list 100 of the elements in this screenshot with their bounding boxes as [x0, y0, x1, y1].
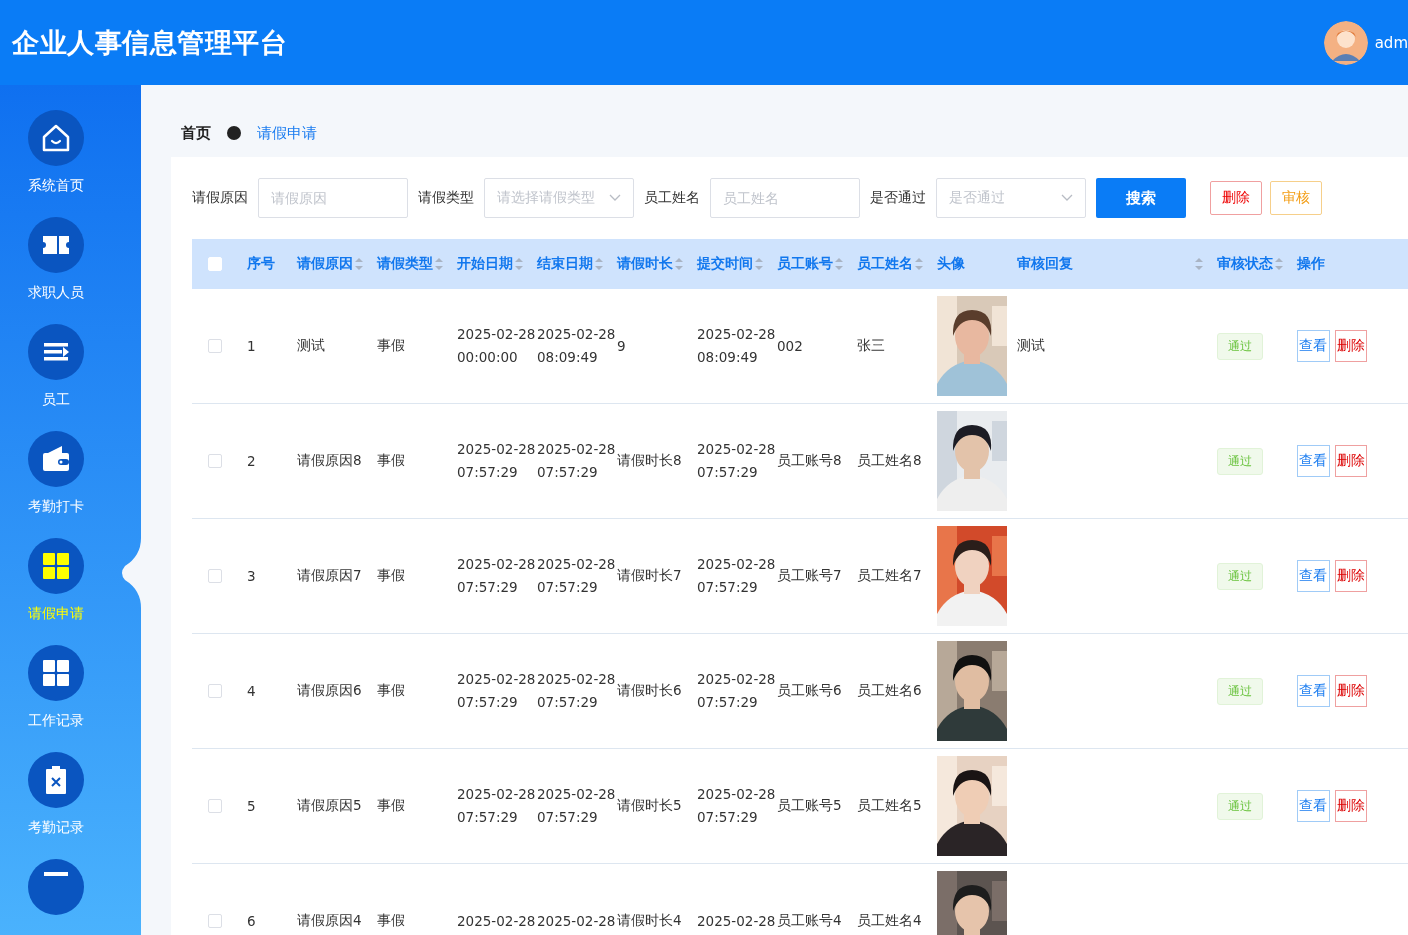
column-header: 操作 [1297, 255, 1325, 273]
view-button[interactable]: 查看 [1297, 330, 1330, 362]
sidebar-label: 员工 [42, 390, 70, 409]
column-header: 请假时长 [617, 255, 673, 273]
table-cell: 员工账号4 [777, 912, 842, 930]
view-button[interactable]: 查看 [1297, 445, 1330, 477]
breadcrumb-home[interactable]: 首页 [181, 123, 211, 143]
sort-icon[interactable] [435, 258, 443, 270]
column-header: 审核状态 [1217, 255, 1273, 273]
input-field[interactable]: 请假原因 [258, 178, 408, 218]
table-cell: 请假时长7 [617, 567, 682, 585]
checkbox[interactable] [207, 914, 222, 928]
table-cell: 请假原因7 [297, 567, 362, 585]
sidebar-item[interactable]: 请假申请 [0, 538, 112, 624]
sidebar-label: 求职人员 [28, 283, 84, 302]
delete-button[interactable]: 删除 [1334, 560, 1367, 592]
table-cell: 4 [247, 683, 256, 699]
view-button[interactable]: 查看 [1297, 790, 1330, 822]
table-cell: 测试 [1017, 337, 1045, 355]
table-cell-text: 2025-02-28 00:00:00 [457, 325, 536, 367]
filter-label: 请假类型 [418, 189, 474, 207]
sidebar-item[interactable]: 考勤打卡 [0, 431, 112, 517]
table-cell-text: 2025-02-28 07:57:29 [457, 785, 536, 827]
sidebar-item[interactable]: 系统首页 [0, 110, 112, 196]
table-cell-text: 2025-02-28 07:57:29 [697, 785, 776, 827]
table-cell: 员工账号6 [777, 682, 842, 700]
table-cell: 2 [247, 453, 256, 469]
sort-icon[interactable] [675, 258, 683, 270]
column-header: 审核回复 [1017, 255, 1073, 273]
sort-icon[interactable] [595, 258, 603, 270]
sidebar-item[interactable]: 考勤记录 [0, 752, 112, 838]
status-tag: 通过 [1217, 562, 1263, 590]
view-button[interactable]: 查看 [1297, 560, 1330, 592]
table-cell-text: 2025-02-28 [457, 911, 536, 931]
table-cell: 事假 [377, 452, 405, 470]
table-cell-text: 2025-02-28 08:09:49 [537, 325, 616, 367]
table-cell: 事假 [377, 912, 405, 930]
table-cell: 请假原因4 [297, 912, 362, 930]
delete-button[interactable]: 删除 [1334, 675, 1367, 707]
delete-button[interactable]: 删除 [1334, 790, 1367, 822]
table-cell-text: 2025-02-28 07:57:29 [457, 670, 536, 712]
table-cell: 请假原因6 [297, 682, 362, 700]
status-tag: 通过 [1217, 332, 1263, 360]
table-cell: 员工账号8 [777, 452, 842, 470]
view-button[interactable]: 查看 [1297, 675, 1330, 707]
sidebar-item[interactable]: 员工 [0, 324, 112, 410]
table-cell: 1 [247, 338, 256, 354]
sort-icon[interactable] [515, 258, 523, 270]
table-cell-text: 2025-02-28 [537, 911, 616, 931]
table-cell: 员工姓名6 [857, 682, 922, 700]
breadcrumb-current[interactable]: 请假申请 [257, 123, 317, 143]
checkbox[interactable] [207, 339, 222, 353]
filter-label: 是否通过 [870, 189, 926, 207]
sort-icon[interactable] [835, 258, 843, 270]
status-tag: 通过 [1217, 792, 1263, 820]
checkbox[interactable] [207, 799, 222, 813]
review-button[interactable]: 审核 [1270, 181, 1322, 215]
sort-icon[interactable] [915, 258, 923, 270]
table-cell: 员工姓名5 [857, 797, 922, 815]
sort-icon[interactable] [355, 258, 363, 270]
table-cell: 请假时长8 [617, 452, 682, 470]
sort-icon[interactable] [755, 258, 763, 270]
chevron-icon [1061, 194, 1073, 202]
user-name[interactable]: adm [1374, 33, 1408, 52]
column-header: 请假类型 [377, 255, 433, 273]
app-title: 企业人事信息管理平台 [12, 25, 287, 60]
table-cell: 3 [247, 568, 256, 584]
sidebar-label: 请假申请 [28, 604, 84, 623]
sort-icon[interactable] [1195, 258, 1203, 270]
grid-icon [40, 550, 72, 582]
table-cell-text: 2025-02-28 07:57:29 [537, 785, 616, 827]
sort-icon[interactable] [1275, 258, 1283, 270]
search-button[interactable]: 搜索 [1096, 178, 1186, 218]
checkbox[interactable] [207, 569, 222, 583]
input-field[interactable]: 员工姓名 [710, 178, 860, 218]
checkbox[interactable] [207, 684, 222, 698]
table-cell-text: 2025-02-28 07:57:29 [697, 440, 776, 482]
table-cell: 5 [247, 798, 256, 814]
table-cell: 员工姓名8 [857, 452, 922, 470]
sidebar-item[interactable]: 求职人员 [0, 217, 112, 303]
sidebar-item[interactable]: 工作记录 [0, 645, 112, 731]
table-cell: 事假 [377, 567, 405, 585]
column-header: 员工账号 [777, 255, 833, 273]
delete-button[interactable]: 删除 [1334, 330, 1367, 362]
delete-button[interactable]: 删除 [1210, 181, 1262, 215]
table-cell-text: 2025-02-28 07:57:29 [537, 670, 616, 712]
table-cell: 6 [247, 913, 256, 929]
column-header: 开始日期 [457, 255, 513, 273]
column-header: 头像 [937, 255, 965, 273]
breadcrumb-separator [227, 126, 241, 140]
table-cell-text: 2025-02-28 07:57:29 [697, 670, 776, 712]
checkbox[interactable] [207, 454, 222, 468]
column-header: 提交时间 [697, 255, 753, 273]
user-avatar[interactable] [1323, 20, 1368, 65]
table-cell: 员工账号7 [777, 567, 842, 585]
sidebar-label: 系统首页 [28, 176, 84, 195]
table-cell-text: 2025-02-28 08:09:49 [697, 325, 776, 367]
delete-button[interactable]: 删除 [1334, 445, 1367, 477]
table-cell: 测试 [297, 337, 325, 355]
sidebar-label: 工作记录 [28, 711, 84, 730]
